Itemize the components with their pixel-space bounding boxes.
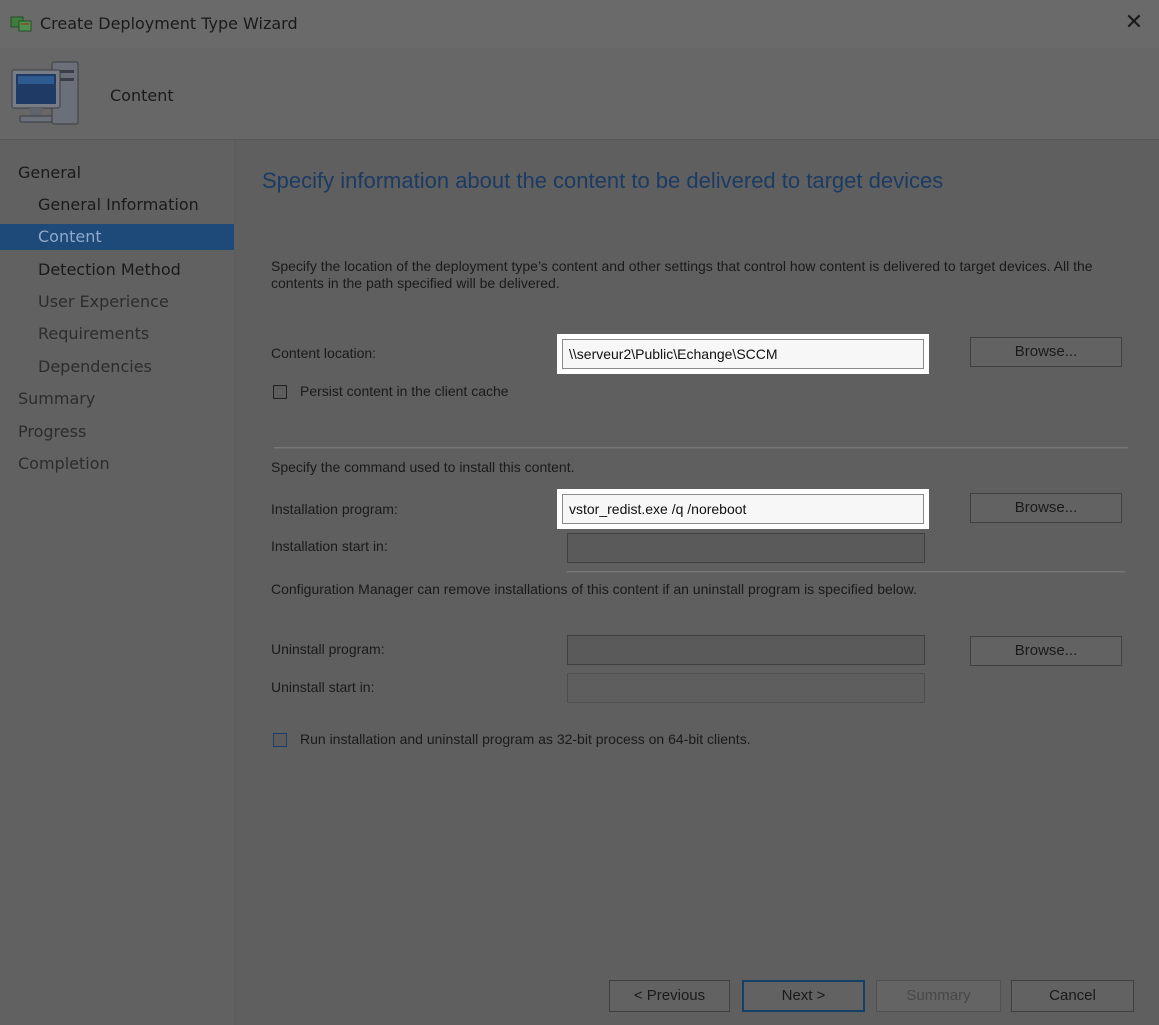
persist-content-label: Persist content in the client cache	[300, 383, 509, 399]
run-32bit-checkbox[interactable]	[273, 733, 287, 747]
uninstall-divider	[567, 571, 1125, 573]
content-location-browse-button[interactable]: Browse...	[970, 337, 1122, 367]
previous-button[interactable]: < Previous	[609, 980, 730, 1012]
app-icon	[10, 16, 32, 32]
nav-item-general[interactable]: General	[0, 160, 234, 186]
computer-icon	[11, 61, 79, 125]
nav-item-general-information[interactable]: General Information	[0, 192, 234, 218]
nav-item-completion: Completion	[18, 454, 110, 473]
nav-item-content[interactable]: Content	[0, 224, 234, 250]
installation-program-browse-button[interactable]: Browse...	[970, 493, 1122, 523]
summary-button: Summary	[876, 980, 1001, 1012]
content-location-input[interactable]: \\serveur2\Public\Echange\SCCM	[557, 334, 929, 374]
uninstall-program-input[interactable]	[567, 635, 925, 665]
uninstall-note: Configuration Manager can remove install…	[271, 581, 917, 597]
uninstall-program-label: Uninstall program:	[271, 641, 385, 657]
installation-start-label: Installation start in:	[271, 538, 388, 554]
title-bar: Create Deployment Type Wizard ✕	[0, 0, 1159, 48]
wizard-nav: General General Information Content Dete…	[0, 140, 234, 1025]
installation-program-input[interactable]: vstor_redist.exe /q /noreboot	[557, 489, 929, 529]
banner-page-label: Content	[110, 86, 174, 105]
page-heading: Specify information about the content to…	[262, 168, 944, 193]
nav-item-detection-method[interactable]: Detection Method	[0, 257, 234, 283]
installation-program-label: Installation program:	[271, 501, 398, 517]
uninstall-program-browse-button[interactable]: Browse...	[970, 636, 1122, 666]
uninstall-start-label: Uninstall start in:	[271, 679, 375, 695]
install-section-label: Specify the command used to install this…	[271, 459, 575, 475]
installation-start-input[interactable]	[567, 533, 925, 563]
content-panel: Specify information about the content to…	[236, 140, 1159, 1025]
nav-item-dependencies: Dependencies	[38, 357, 152, 376]
nav-item-requirements: Requirements	[38, 324, 150, 343]
cancel-button[interactable]: Cancel	[1011, 980, 1134, 1012]
uninstall-start-input[interactable]	[567, 673, 925, 703]
nav-item-progress: Progress	[18, 422, 87, 441]
nav-item-user-experience: User Experience	[38, 292, 169, 311]
wizard-banner: Content	[0, 48, 1159, 140]
nav-item-summary: Summary	[18, 389, 96, 408]
section-divider	[274, 447, 1128, 449]
persist-content-checkbox[interactable]	[273, 385, 287, 399]
next-button[interactable]: Next >	[742, 980, 865, 1012]
close-icon[interactable]: ✕	[1119, 8, 1149, 38]
page-description: Specify the location of the deployment t…	[271, 258, 1093, 291]
run-32bit-label: Run installation and uninstall program a…	[300, 731, 751, 747]
content-location-label: Content location:	[271, 345, 377, 361]
window-title: Create Deployment Type Wizard	[40, 14, 298, 33]
